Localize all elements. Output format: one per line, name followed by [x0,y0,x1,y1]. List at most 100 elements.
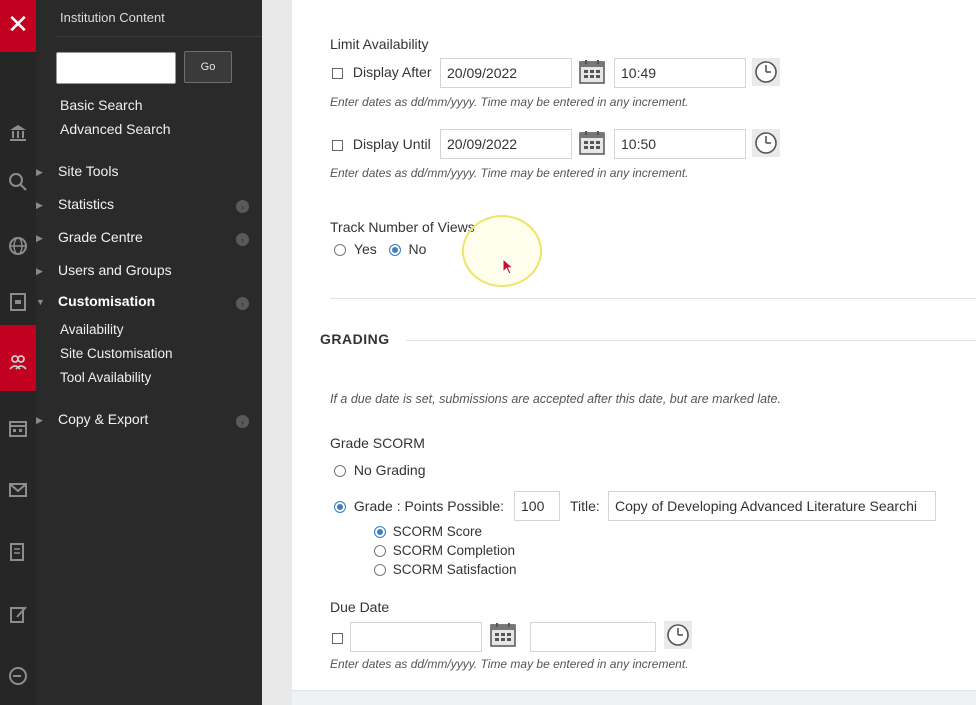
sidebar-subitem-site-customisation[interactable]: Site Customisation [60,346,173,361]
calendar-icon[interactable] [577,129,607,157]
divider [330,298,976,299]
sidebar-item-copy-export[interactable]: ▶ Copy & Export › [36,411,262,433]
sidebar-subitem-availability[interactable]: Availability [60,322,124,337]
sidebar-item-label: Users and Groups [58,262,172,278]
context-menu-icon[interactable]: › [236,415,249,428]
display-until-time-field[interactable]: 10:50 [614,129,746,159]
clock-icon[interactable] [752,129,780,157]
course-icon[interactable] [0,288,36,316]
basic-search-link[interactable]: Basic Search [60,97,142,113]
mouse-cursor-icon [502,258,515,275]
mail-icon[interactable] [0,476,36,504]
sidebar-search-input[interactable] [56,52,176,84]
points-possible-field[interactable]: 100 [514,491,560,521]
display-after-label: Display After [352,64,432,80]
calendar-icon[interactable] [488,621,518,649]
track-views-options: Yes No [334,241,426,257]
sidebar-subitem-tool-availability[interactable]: Tool Availability [60,370,151,385]
sidebar-item-customisation[interactable]: ▼ Customisation › [36,293,262,315]
grade-scorm-label: Grade SCORM [330,435,425,451]
due-date-field[interactable] [350,622,482,652]
date-format-hint: Enter dates as dd/mm/yyyy. Time may be e… [330,657,689,671]
sidebar-item-label: Statistics [58,196,115,212]
signout-icon[interactable] [0,662,36,690]
context-menu-icon[interactable]: › [236,200,249,213]
context-menu-icon[interactable]: › [236,233,249,246]
display-until-checkbox[interactable] [332,139,343,151]
scorm-score-radio[interactable] [374,526,386,539]
chevron-right-icon: ▶ [36,167,43,177]
context-menu-icon[interactable]: › [236,297,249,310]
scorm-satisfaction-row: SCORM Satisfaction [374,562,517,577]
scorm-satisfaction-radio[interactable] [374,564,386,577]
sidebar-item-label: Copy & Export [58,411,149,427]
close-icon[interactable]: ✕ [0,0,36,48]
sidebar-header: Institution Content [60,10,165,25]
display-after-checkbox[interactable] [332,67,343,79]
calendar-icon[interactable] [577,58,607,86]
no-label: No [408,241,427,257]
icon-rail: ✕ [0,0,36,705]
divider [56,36,262,37]
chevron-right-icon: ▶ [36,200,43,210]
sidebar-item-grade-centre[interactable]: ▶ Grade Centre › [36,229,262,251]
grading-info: If a due date is set, submissions are ac… [330,392,781,406]
footer-bar [292,690,976,705]
display-until-label: Display Until [352,136,431,152]
calendar-icon[interactable] [0,414,36,442]
scorm-satisfaction-label: SCORM Satisfaction [392,562,517,577]
sidebar-item-site-tools[interactable]: ▶ Site Tools [36,163,262,185]
date-format-hint: Enter dates as dd/mm/yyyy. Time may be e… [330,166,689,180]
scorm-completion-radio[interactable] [374,545,386,558]
chevron-right-icon: ▶ [36,415,43,425]
chevron-right-icon: ▶ [36,233,43,243]
grade-title-field[interactable]: Copy of Developing Advanced Literature S… [608,491,936,521]
search-icon[interactable] [0,168,36,196]
due-time-field[interactable] [530,622,656,652]
sidebar-item-users-and-groups[interactable]: ▶ Users and Groups [36,262,262,284]
advanced-search-link[interactable]: Advanced Search [60,121,171,137]
display-after-time-field[interactable]: 10:49 [614,58,746,88]
no-grading-label: No Grading [353,462,426,478]
no-grading-radio[interactable] [334,465,346,478]
sidebar-item-label: Customisation [58,293,156,309]
chevron-right-icon: ▶ [36,266,43,276]
edit-icon[interactable] [0,600,36,628]
due-date-label: Due Date [330,599,390,615]
grade-points-row: Grade : Points Possible: [334,498,504,514]
institution-icon[interactable] [0,118,36,146]
due-date-checkbox[interactable] [332,632,343,644]
grade-points-label: Grade : Points Possible: [353,498,505,514]
sidebar-item-label: Site Tools [58,163,119,179]
chevron-down-icon: ▼ [36,297,45,307]
notes-icon[interactable] [0,538,36,566]
groups-icon[interactable] [0,348,36,376]
display-until-row: Display Until [332,136,431,152]
track-views-yes-radio[interactable] [334,244,346,257]
scorm-completion-row: SCORM Completion [374,543,515,558]
cursor-highlight [462,215,542,287]
control-panel-sidebar: Institution Content Go Basic Search Adva… [36,0,262,705]
divider [406,340,976,341]
globe-icon[interactable] [0,232,36,260]
display-until-date-field[interactable]: 20/09/2022 [440,129,572,159]
title-label: Title: [570,498,600,514]
yes-label: Yes [353,241,377,257]
grade-radio[interactable] [334,501,346,514]
go-button[interactable]: Go [184,51,232,83]
scorm-score-row: SCORM Score [374,524,482,539]
sidebar-item-statistics[interactable]: ▶ Statistics › [36,196,262,218]
date-format-hint: Enter dates as dd/mm/yyyy. Time may be e… [330,95,689,109]
track-views-title: Track Number of Views [330,219,475,235]
sidebar-item-label: Grade Centre [58,229,143,245]
clock-icon[interactable] [752,58,780,86]
content-gutter [262,0,292,705]
track-views-no-radio[interactable] [388,244,401,257]
no-grading-row: No Grading [334,462,425,478]
main-content: Limit Availability Display After 20/09/2… [292,0,976,705]
grading-section-title: GRADING [320,331,390,347]
scorm-score-label: SCORM Score [392,524,483,539]
display-after-row: Display After [332,64,431,80]
display-after-date-field[interactable]: 20/09/2022 [440,58,572,88]
clock-icon[interactable] [664,621,692,649]
